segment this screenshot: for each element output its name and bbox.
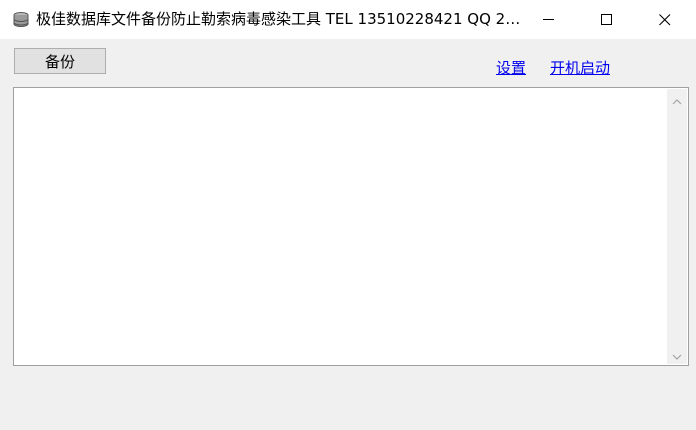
backup-button[interactable]: 备份 (14, 48, 106, 74)
minimize-icon (543, 18, 555, 21)
settings-link[interactable]: 设置 (496, 58, 526, 78)
scroll-up-button[interactable] (667, 89, 687, 109)
maximize-icon (601, 13, 613, 26)
app-window: 极佳数据库文件备份防止勒索病毒感染工具 TEL 13510228421 QQ 2… (0, 0, 696, 430)
autostart-link[interactable]: 开机启动 (550, 58, 610, 78)
chevron-down-icon (672, 345, 682, 364)
close-icon (659, 13, 671, 26)
close-button[interactable] (636, 0, 694, 39)
vertical-scrollbar[interactable] (667, 89, 687, 364)
app-icon (11, 10, 31, 30)
minimize-button[interactable] (520, 0, 578, 39)
log-textarea[interactable] (13, 87, 689, 366)
scroll-down-button[interactable] (667, 344, 687, 364)
maximize-button[interactable] (578, 0, 636, 39)
title-bar[interactable]: 极佳数据库文件备份防止勒索病毒感染工具 TEL 13510228421 QQ 2… (0, 0, 696, 39)
window-title: 极佳数据库文件备份防止勒索病毒感染工具 TEL 13510228421 QQ 2… (36, 10, 526, 28)
chevron-up-icon (672, 90, 682, 109)
